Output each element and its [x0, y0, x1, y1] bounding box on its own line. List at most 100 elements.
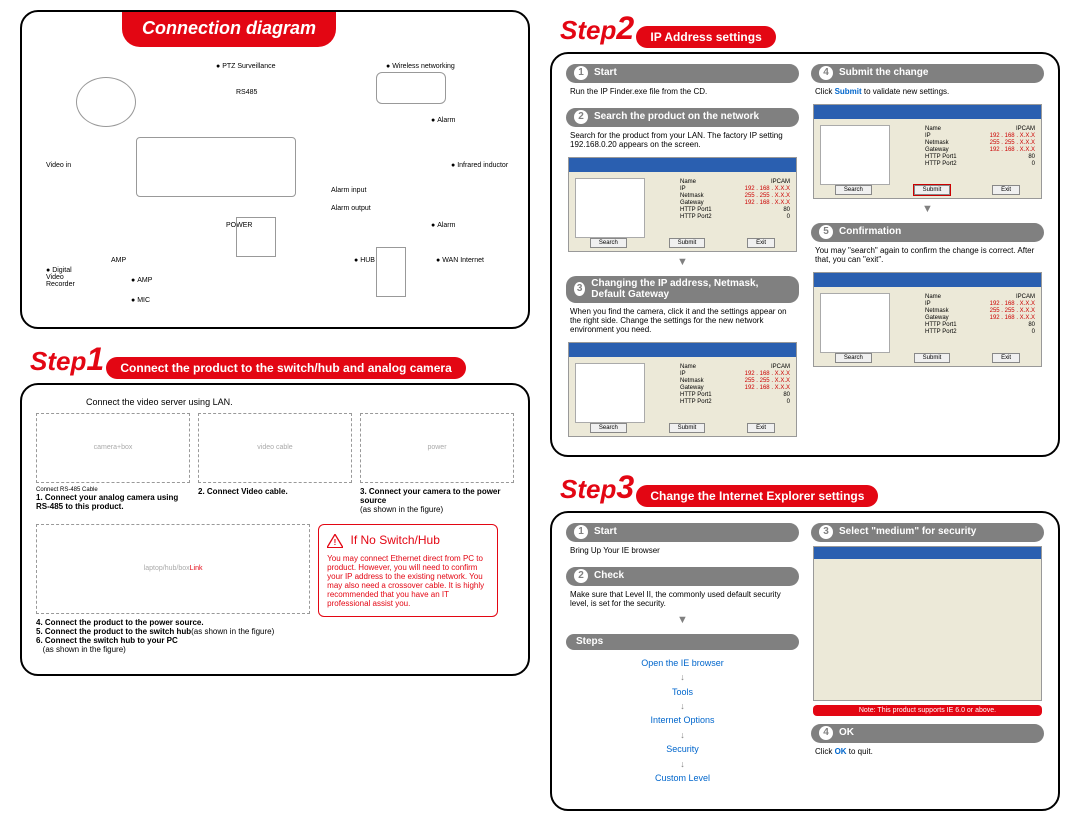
badge-2: 2	[574, 110, 588, 124]
submit-button[interactable]: Submit	[669, 423, 706, 433]
step3-header: Step3 Change the Internet Explorer setti…	[560, 469, 1060, 507]
label-ptz: PTZ Surveillance	[222, 63, 275, 70]
label-amp2: AMP	[137, 277, 152, 284]
ie-options-screenshot	[813, 546, 1042, 701]
sub-title: Changing the IP address, Netmask, Defaul…	[591, 278, 791, 300]
search-button[interactable]: Search	[835, 185, 872, 195]
label-wireless: Wireless networking	[392, 63, 455, 70]
diagram-placeholder: power	[360, 413, 514, 483]
step1-num: 1	[86, 341, 104, 377]
sub-title: Start	[594, 526, 617, 537]
exit-button[interactable]: Exit	[747, 238, 775, 248]
step2-panel: 1 Start Run the IP Finder.exe file from t…	[550, 52, 1060, 457]
ipfinder-screenshot: NameIPCAM IP192 . 168 . X.X.X Netmask255…	[568, 342, 797, 437]
no-switch-warning: ! If No Switch/Hub You may connect Ether…	[318, 524, 498, 617]
label-hub: HUB	[360, 257, 375, 264]
step2-sub3: 3 Changing the IP address, Netmask, Defau…	[566, 276, 799, 437]
label-mic: MIC	[137, 297, 150, 304]
step1-item3: power 3. Connect your camera to the powe…	[360, 413, 514, 514]
down-arrow-icon: ▼	[566, 256, 799, 268]
label-amp: AMP	[111, 257, 126, 264]
label-alarm-out: Alarm output	[331, 205, 371, 212]
step1-step-word: Step	[30, 346, 86, 376]
label-rs485: RS485	[236, 89, 257, 96]
sub-title: Start	[594, 67, 617, 78]
sub-body: Click Submit to validate new settings.	[811, 83, 1044, 100]
sub-body: Click OK to quit.	[811, 743, 1044, 760]
step3-panel: 1 Start Bring Up Your IE browser 2Check M…	[550, 511, 1060, 812]
sub-body: You may "search" again to confirm the ch…	[811, 242, 1044, 268]
step2-ribbon: IP Address settings	[636, 26, 775, 48]
down-arrow-icon: ▼	[566, 614, 799, 626]
label-dvr: Digital Video Recorder	[46, 267, 75, 288]
connection-title: Connection diagram	[122, 12, 336, 47]
connection-diagram-area: ● PTZ Surveillance RS485 ● Wireless netw…	[36, 57, 514, 317]
search-button[interactable]: Search	[835, 353, 872, 363]
sub-title: Select "medium" for security	[839, 526, 976, 537]
step1-ribbon: Connect the product to the switch/hub an…	[106, 357, 465, 379]
ipfinder-screenshot: NameIPCAM IP192 . 168 . X.X.X Netmask255…	[813, 272, 1042, 367]
ipfinder-screenshot: NameIPCAM IP192 . 168 . X.X.X Netmask255…	[568, 157, 797, 252]
steps-title: Steps	[566, 634, 799, 650]
sub-title: Check	[594, 570, 624, 581]
sub-body: Bring Up Your IE browser	[566, 542, 799, 559]
step2-header: Step2 IP Address settings	[560, 10, 1060, 48]
svg-text:!: !	[334, 538, 337, 547]
label-alarm1: Alarm	[437, 117, 455, 124]
search-button[interactable]: Search	[590, 423, 627, 433]
step1-panel: Connect the video server using LAN. came…	[20, 383, 530, 676]
sub-title: Submit the change	[839, 67, 928, 78]
label-videoin: Video in	[46, 162, 71, 169]
badge-3: 3	[574, 282, 585, 296]
submit-button[interactable]: Submit	[669, 238, 706, 248]
sub-body: When you find the camera, click it and t…	[566, 303, 799, 338]
step3-num: 3	[616, 469, 634, 505]
submit-button[interactable]: Submit	[914, 185, 951, 195]
exit-button[interactable]: Exit	[747, 423, 775, 433]
exit-button[interactable]: Exit	[992, 185, 1020, 195]
step3-ribbon: Change the Internet Explorer settings	[636, 485, 878, 507]
connection-diagram-panel: Connection diagram ● PTZ Surveillance RS…	[20, 10, 530, 329]
step1-item1: camera+box Connect RS-485 Cable 1. Conne…	[36, 413, 190, 514]
badge-1: 1	[574, 66, 588, 80]
step2-sub1: 1 Start Run the IP Finder.exe file from t…	[566, 64, 799, 100]
sub-title: OK	[839, 727, 854, 738]
sub-body: Run the IP Finder.exe file from the CD.	[566, 83, 799, 100]
sub-body: Make sure that Level II, the commonly us…	[566, 586, 799, 612]
search-button[interactable]: Search	[590, 238, 627, 248]
steps-list: Open the IE browser↓ Tools↓ Internet Opt…	[566, 650, 799, 792]
ie-support-note: Note: This product supports IE 6.0 or ab…	[813, 705, 1042, 716]
sub-title: Search the product on the network	[594, 111, 759, 122]
warning-icon: !	[327, 534, 343, 548]
step2-step-word: Step	[560, 15, 616, 45]
step3-steps: Steps Open the IE browser↓ Tools↓ Intern…	[566, 634, 799, 792]
label-wan: WAN Internet	[442, 257, 484, 264]
step3-sub1: 1 Start Bring Up Your IE browser	[566, 523, 799, 559]
ipfinder-screenshot: NameIPCAM IP192 . 168 . X.X.X Netmask255…	[813, 104, 1042, 199]
step1-item2: video cable 2. Connect Video cable.	[198, 413, 352, 514]
warn-body: You may connect Ethernet direct from PC …	[327, 554, 489, 608]
sub-body: Search for the product from your LAN. Th…	[566, 127, 799, 153]
step3-sub4: 4 OK Click OK to quit.	[811, 724, 1044, 760]
label-infrared: Infrared inductor	[457, 162, 508, 169]
badge-3: 3	[819, 525, 833, 539]
badge-5: 5	[819, 225, 833, 239]
badge-4: 4	[819, 66, 833, 80]
step2-sub2: 2 Search the product on the network Searc…	[566, 108, 799, 268]
step2-num: 2	[616, 10, 634, 46]
diagram-placeholder: camera+box	[36, 413, 190, 483]
down-arrow-icon: ▼	[811, 203, 1044, 215]
step3-step-word: Step	[560, 474, 616, 504]
label-alarm-in: Alarm input	[331, 187, 366, 194]
exit-button[interactable]: Exit	[992, 353, 1020, 363]
badge-4: 4	[819, 726, 833, 740]
badge-1: 1	[574, 525, 588, 539]
step1-subtitle: Connect the video server using LAN.	[86, 397, 514, 407]
step2-sub5: 5Confirmation You may "search" again to …	[811, 223, 1044, 367]
step3-sub3: 3 Select "medium" for security Note: This…	[811, 523, 1044, 716]
step3-sub2: 2Check Make sure that Level II, the comm…	[566, 567, 799, 626]
diagram-placeholder: video cable	[198, 413, 352, 483]
warn-title: If No Switch/Hub	[351, 533, 440, 547]
step1-header: Step1 Connect the product to the switch/…	[30, 341, 530, 379]
submit-button[interactable]: Submit	[914, 353, 951, 363]
